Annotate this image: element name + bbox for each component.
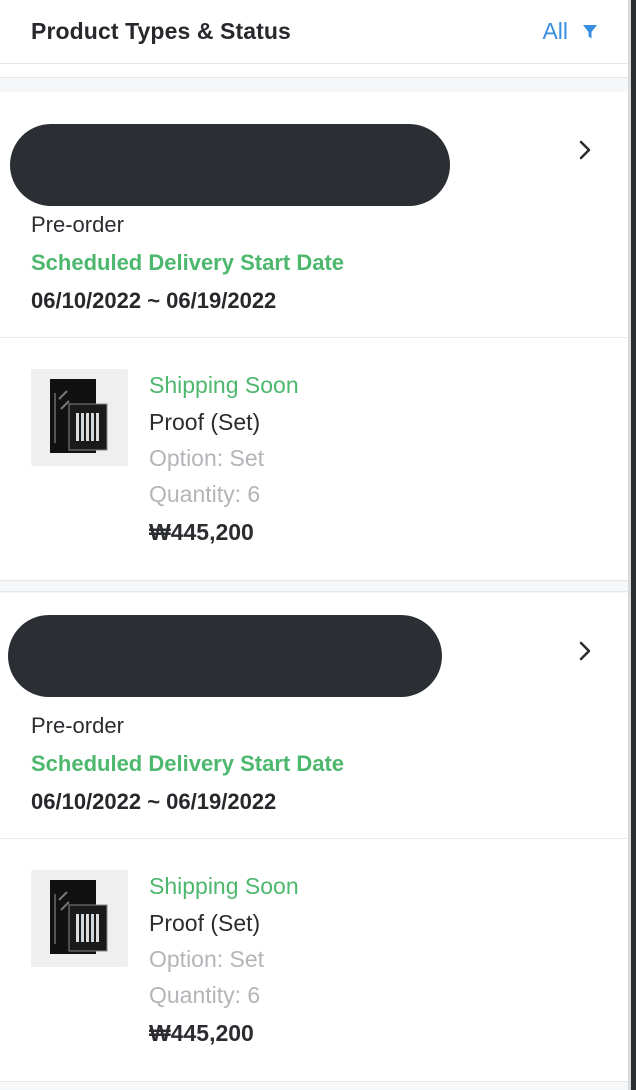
item-quantity: Quantity: 6 — [149, 982, 261, 1008]
order-type: Pre-order — [31, 713, 124, 738]
item-status: Shipping Soon — [149, 372, 299, 398]
delivery-date-range: 06/10/2022 ~ 06/19/2022 — [31, 288, 277, 313]
header-spacer — [0, 64, 628, 78]
item-quantity: Quantity: 6 — [149, 481, 261, 507]
album-box-image — [50, 379, 108, 453]
item-price: ₩445,200 — [149, 519, 254, 545]
section-divider — [0, 580, 628, 592]
order-item[interactable]: Shipping Soon Proof (Set) Option: Set Qu… — [0, 338, 628, 580]
item-name: Proof (Set) — [149, 910, 261, 936]
order-item[interactable]: Shipping Soon Proof (Set) Option: Set Qu… — [0, 839, 628, 1081]
redacted-order-name — [10, 124, 450, 206]
schedule-label: Scheduled Delivery Start Date — [31, 250, 345, 275]
header-bar: Product Types & Status All — [0, 0, 628, 64]
item-price: ₩445,200 — [149, 1020, 254, 1046]
order-summary[interactable]: Pre-order Scheduled Delivery Start Date … — [0, 92, 628, 338]
filter-label: All — [542, 18, 568, 44]
product-thumbnail — [31, 870, 128, 967]
item-name: Proof (Set) — [149, 409, 261, 435]
item-status: Shipping Soon — [149, 873, 299, 899]
schedule-label: Scheduled Delivery Start Date — [31, 751, 345, 776]
redacted-order-name — [8, 615, 442, 697]
filter-button[interactable]: All — [542, 18, 598, 45]
funnel-icon — [583, 24, 597, 38]
item-option: Option: Set — [149, 946, 265, 972]
order-type: Pre-order — [31, 212, 124, 237]
chevron-right-icon[interactable] — [578, 641, 592, 661]
page-title: Product Types & Status — [31, 18, 291, 44]
delivery-date-range: 06/10/2022 ~ 06/19/2022 — [31, 789, 277, 814]
item-option: Option: Set — [149, 445, 265, 471]
window-edge — [628, 0, 636, 1090]
order-card: Pre-order Scheduled Delivery Start Date … — [0, 593, 628, 1081]
order-list-page: Product Types & Status All Pre-order Sch… — [0, 0, 628, 1090]
chevron-right-icon[interactable] — [578, 140, 592, 160]
order-summary[interactable]: Pre-order Scheduled Delivery Start Date … — [0, 593, 628, 839]
order-card: Pre-order Scheduled Delivery Start Date … — [0, 92, 628, 580]
section-divider — [0, 1081, 628, 1090]
album-box-image — [50, 880, 108, 954]
product-thumbnail — [31, 369, 128, 466]
